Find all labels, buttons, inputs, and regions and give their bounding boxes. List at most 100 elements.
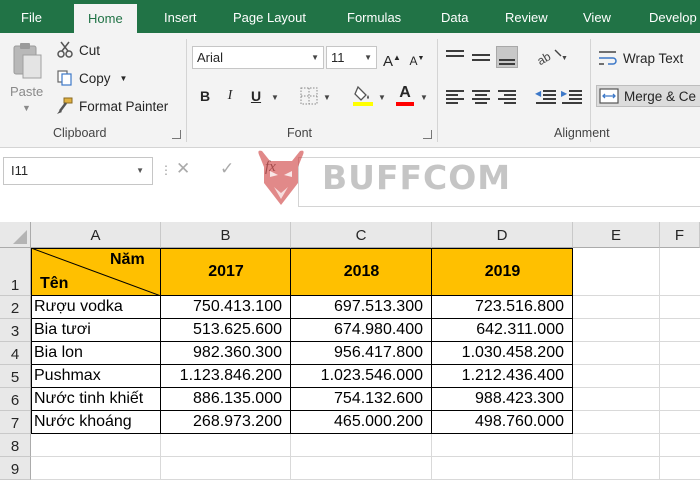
format-painter-button[interactable]: Format Painter [56, 97, 168, 115]
italic-button[interactable]: I [219, 85, 241, 107]
value-cell[interactable]: 988.423.300 [432, 388, 573, 410]
value-cell[interactable]: 956.417.800 [291, 342, 432, 364]
enter-icon[interactable]: ✓ [220, 159, 234, 179]
bold-button[interactable]: B [194, 85, 216, 107]
underline-dropdown-icon[interactable]: ▼ [271, 93, 279, 102]
merge-center-label: Merge & Ce [624, 88, 697, 104]
row-header-6[interactable]: 6 [0, 388, 31, 411]
header-year-label[interactable]: Năm [110, 249, 145, 271]
value-cell[interactable]: 513.625.600 [161, 319, 291, 341]
font-dialog-launcher-icon[interactable] [423, 130, 432, 139]
wrap-text-button[interactable]: Wrap Text [598, 49, 683, 67]
value-cell[interactable]: 642.311.000 [432, 319, 573, 341]
tab-review[interactable]: Review [505, 0, 548, 33]
bottom-align-button[interactable] [496, 46, 518, 68]
borders-icon[interactable] [299, 86, 319, 106]
decrease-font-size-button[interactable]: A▼ [406, 48, 428, 70]
value-cell[interactable]: 886.135.000 [161, 388, 291, 410]
column-header-b[interactable]: B [161, 222, 291, 248]
column-header-c[interactable]: C [291, 222, 432, 248]
select-all-button[interactable] [0, 222, 31, 248]
value-cell[interactable]: 674.980.400 [291, 319, 432, 341]
value-cell[interactable]: 1.123.846.200 [161, 365, 291, 387]
font-name-select[interactable]: Arial ▼ [192, 46, 324, 69]
row-header-4[interactable]: 4 [0, 342, 31, 365]
value-cell[interactable]: 754.132.600 [291, 388, 432, 410]
value-cell[interactable]: 750.413.100 [161, 296, 291, 318]
fill-color-icon[interactable] [352, 83, 374, 107]
tab-insert[interactable]: Insert [164, 0, 197, 33]
row-header-8[interactable]: 8 [0, 434, 31, 457]
fill-color-dropdown-icon[interactable]: ▼ [378, 93, 386, 102]
row-header-3[interactable]: 3 [0, 319, 31, 342]
product-name-cell[interactable]: Bia lon [31, 342, 161, 364]
orientation-icon[interactable]: ab ▼ [535, 46, 567, 68]
tab-home[interactable]: Home [74, 4, 137, 33]
product-name-cell[interactable]: Bia tươi [31, 319, 161, 341]
font-size-select[interactable]: 11 ▼ [326, 46, 377, 69]
chevron-down-icon: ▼ [136, 166, 144, 175]
value-cell[interactable]: 723.516.800 [432, 296, 573, 318]
cut-button[interactable]: Cut [56, 41, 100, 59]
increase-indent-button[interactable]: ▶ [561, 85, 583, 107]
value-cell[interactable]: 697.513.300 [291, 296, 432, 318]
column-header-a[interactable]: A [31, 222, 161, 248]
value-cell[interactable]: 1.030.458.200 [432, 342, 573, 364]
buffcom-logo-icon [258, 150, 304, 205]
row-header-1[interactable]: 1 [0, 248, 31, 296]
tab-data[interactable]: Data [441, 0, 468, 33]
value-cell[interactable]: 1.212.436.400 [432, 365, 573, 387]
scissors-icon [57, 41, 73, 58]
paste-dropdown-icon[interactable]: ▼ [22, 103, 31, 113]
clipboard-dialog-launcher-icon[interactable] [172, 130, 181, 139]
year-header-2017[interactable]: 2017 [161, 248, 291, 295]
product-name-cell[interactable]: Nước tinh khiết [31, 388, 161, 410]
borders-dropdown-icon[interactable]: ▼ [323, 93, 331, 102]
row-header-2[interactable]: 2 [0, 296, 31, 319]
tab-view[interactable]: View [583, 0, 611, 33]
row-header-7[interactable]: 7 [0, 411, 31, 434]
tab-file[interactable]: File [21, 0, 42, 33]
wrap-text-icon [599, 51, 617, 65]
value-cell[interactable]: 982.360.300 [161, 342, 291, 364]
year-header-2018[interactable]: 2018 [291, 248, 432, 295]
top-align-button[interactable] [444, 46, 466, 68]
column-header-d[interactable]: D [432, 222, 573, 248]
value-cell[interactable]: 1.023.546.000 [291, 365, 432, 387]
svg-text:ab: ab [535, 49, 553, 68]
decrease-indent-button[interactable]: ◀ [535, 85, 557, 107]
clipboard-group-label: Clipboard [53, 126, 107, 140]
column-header-f[interactable]: F [660, 222, 700, 248]
name-box[interactable]: I11 ▼ [3, 157, 153, 185]
paste-label: Paste [10, 84, 44, 99]
tab-page-layout[interactable]: Page Layout [233, 0, 306, 33]
alignment-group-label: Alignment [554, 126, 610, 140]
increase-font-size-button[interactable]: A▲ [381, 47, 403, 70]
row-header-5[interactable]: 5 [0, 365, 31, 388]
align-right-button[interactable] [496, 85, 518, 107]
table-border [31, 433, 573, 434]
formula-bar-grip-icon[interactable]: ⋮ [160, 163, 172, 177]
middle-align-button[interactable] [470, 46, 492, 68]
value-cell[interactable]: 465.000.200 [291, 411, 432, 433]
product-name-cell[interactable]: Pushmax [31, 365, 161, 387]
merge-center-button[interactable]: Merge & Ce [596, 85, 700, 107]
header-name-label[interactable]: Tên [40, 273, 68, 295]
column-header-e[interactable]: E [573, 222, 660, 248]
value-cell[interactable]: 498.760.000 [432, 411, 573, 433]
product-name-cell[interactable]: Nước khoáng [31, 411, 161, 433]
copy-dropdown-icon[interactable]: ▼ [120, 74, 128, 83]
cancel-icon[interactable]: ✕ [176, 159, 190, 179]
row-header-9[interactable]: 9 [0, 457, 31, 480]
tab-formulas[interactable]: Formulas [347, 0, 401, 33]
product-name-cell[interactable]: Rượu vodka [31, 296, 161, 318]
tab-developer[interactable]: Develop [649, 0, 697, 33]
font-color-button[interactable]: A [396, 83, 414, 107]
font-color-dropdown-icon[interactable]: ▼ [420, 93, 428, 102]
align-left-button[interactable] [444, 85, 466, 107]
align-center-button[interactable] [470, 85, 492, 107]
copy-button[interactable]: Copy ▼ [56, 69, 127, 87]
value-cell[interactable]: 268.973.200 [161, 411, 291, 433]
underline-button[interactable]: U [245, 85, 267, 107]
year-header-2019[interactable]: 2019 [432, 248, 573, 295]
